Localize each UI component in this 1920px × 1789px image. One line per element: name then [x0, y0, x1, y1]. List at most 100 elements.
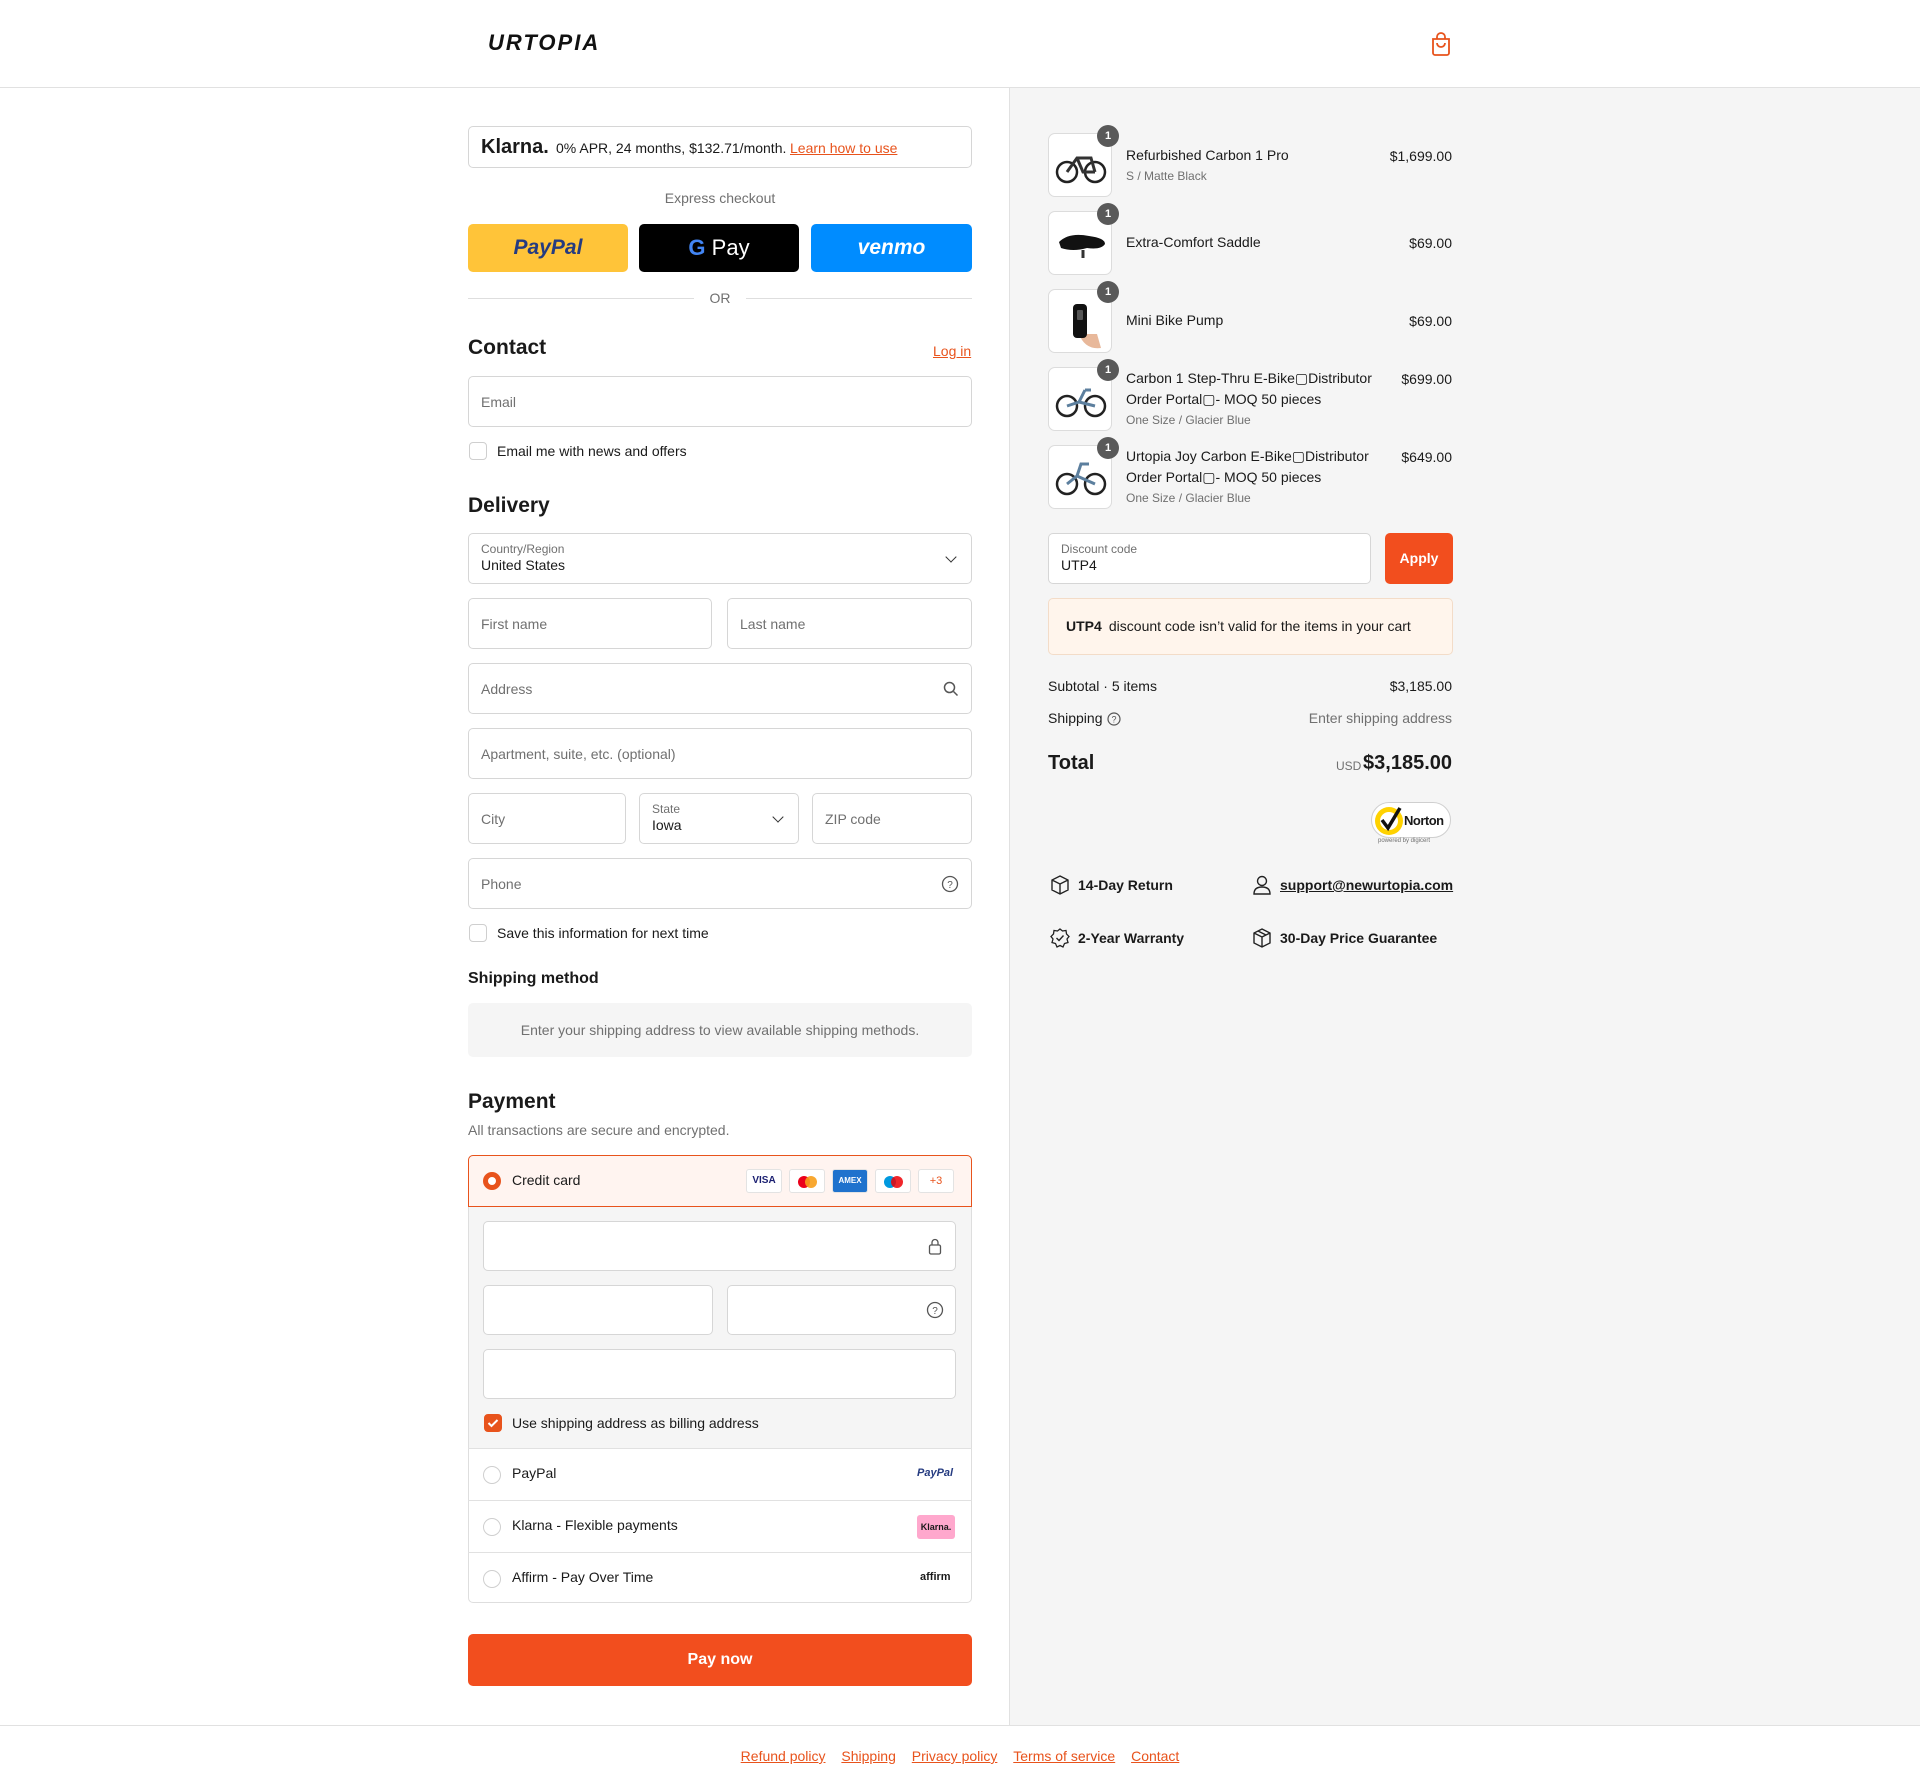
header: URTOPIA [0, 0, 1920, 88]
more-cards-badge: +3 [918, 1169, 954, 1193]
shipping-link[interactable]: Shipping [841, 1748, 896, 1764]
express-checkout-title: Express checkout [664, 190, 776, 206]
visa-icon: VISA [746, 1169, 782, 1193]
amex-icon: AMEX [832, 1169, 868, 1193]
search-icon [943, 681, 959, 697]
urtopia-logo[interactable]: URTOPIA [488, 30, 600, 56]
item-quantity-badge: 1 [1097, 125, 1119, 147]
billing-address-checkbox[interactable] [484, 1414, 502, 1432]
email-field[interactable]: Email [468, 376, 972, 427]
shipping-method-heading: Shipping method [468, 970, 599, 987]
item-quantity-badge: 1 [1097, 359, 1119, 381]
discount-code-field[interactable]: Discount code UTP4 [1048, 533, 1371, 584]
email-placeholder: Email [481, 393, 517, 410]
paypal-express-button[interactable]: PayPal [468, 224, 628, 272]
affirm-option[interactable]: Affirm - Pay Over Time affirm [468, 1552, 972, 1603]
paypal-label: PayPal [513, 236, 583, 259]
item-price: $69.00 [1409, 313, 1452, 329]
phone-field[interactable]: Phone ? [468, 858, 972, 909]
zip-field[interactable]: ZIP code [812, 793, 972, 844]
last-name-field[interactable]: Last name [727, 598, 972, 649]
paypal-logo: PayPal [917, 1467, 954, 1479]
item-quantity-badge: 1 [1097, 437, 1119, 459]
order-summary-panel [1009, 88, 1920, 1726]
item-variant: S / Matte Black [1126, 169, 1207, 183]
klarna-radio[interactable] [483, 1518, 501, 1536]
privacy-policy-link[interactable]: Privacy policy [912, 1748, 998, 1764]
discount-value: UTP4 [1061, 557, 1097, 573]
expiry-field[interactable] [483, 1285, 713, 1335]
city-field[interactable]: City [468, 793, 626, 844]
credit-card-option[interactable]: Credit card VISA AMEX +3 [468, 1155, 972, 1207]
venmo-button[interactable]: venmo [811, 224, 972, 272]
paypal-option[interactable]: PayPal PayPal [468, 1448, 972, 1500]
shopping-bag-icon[interactable] [1430, 32, 1452, 56]
last-name-placeholder: Last name [740, 615, 806, 632]
discount-error-banner: UTP4 discount code isn’t valid for the i… [1048, 598, 1453, 655]
contact-heading: Contact [468, 336, 547, 359]
item-variant: One Size / Glacier Blue [1126, 413, 1251, 427]
google-pay-button[interactable]: G Pay [639, 224, 799, 272]
apartment-field[interactable]: Apartment, suite, etc. (optional) [468, 728, 972, 779]
support-email-link[interactable]: support@newurtopia.com [1280, 877, 1453, 893]
item-name: Mini Bike Pump [1126, 312, 1224, 328]
discount-label: Discount code [1061, 542, 1138, 556]
user-support-icon [1253, 875, 1271, 895]
refund-policy-link[interactable]: Refund policy [741, 1748, 826, 1764]
klarna-text: 0% APR, 24 months, $132.71/month. [556, 140, 787, 156]
address-field[interactable]: Address [468, 663, 972, 714]
pay-now-button[interactable]: Pay now [468, 1634, 972, 1686]
terms-of-service-link[interactable]: Terms of service [1013, 1748, 1115, 1764]
name-on-card-field[interactable] [483, 1349, 956, 1399]
norton-check-icon [1375, 807, 1403, 835]
chevron-down-icon [945, 551, 957, 563]
help-circle-icon[interactable]: ? [1107, 712, 1121, 726]
item-price: $69.00 [1409, 235, 1452, 251]
state-select[interactable]: State Iowa [639, 793, 799, 844]
newsletter-checkbox[interactable] [469, 442, 487, 460]
norton-badge: Norton [1371, 802, 1451, 838]
mastercard-icon [789, 1169, 825, 1193]
item-name: Urtopia Joy Carbon E-Bike▢Distributor Or… [1126, 448, 1369, 485]
save-info-checkbox[interactable] [469, 924, 487, 942]
country-label: Country/Region [481, 542, 565, 556]
divider-left [468, 298, 694, 299]
norton-text: Norton [1404, 813, 1444, 828]
first-name-placeholder: First name [481, 615, 548, 632]
shipping-method-message: Enter your shipping address to view avai… [468, 1003, 972, 1057]
discount-error-code: UTP4 [1066, 618, 1102, 634]
state-label: State [652, 802, 681, 816]
norton-subtext: powered by digicert [1378, 838, 1431, 844]
zip-placeholder: ZIP code [825, 810, 881, 827]
contact-link[interactable]: Contact [1131, 1748, 1179, 1764]
affirm-radio[interactable] [483, 1570, 501, 1588]
item-variant: One Size / Glacier Blue [1126, 491, 1251, 505]
newsletter-label: Email me with news and offers [497, 443, 687, 459]
affirm-option-label: Affirm - Pay Over Time [512, 1569, 654, 1585]
total-value: $3,185.00 [1363, 752, 1452, 774]
city-placeholder: City [481, 810, 506, 827]
shipping-value: Enter shipping address [1308, 710, 1452, 726]
klarna-learn-link[interactable]: Learn how to use [790, 140, 897, 156]
login-link[interactable]: Log in [933, 343, 971, 359]
country-select[interactable]: Country/Region United States [468, 533, 972, 584]
klarna-option[interactable]: Klarna - Flexible payments Klarna. [468, 1500, 972, 1552]
help-circle-icon[interactable]: ? [941, 875, 959, 893]
apply-discount-button[interactable]: Apply [1385, 533, 1453, 584]
venmo-label: venmo [857, 236, 926, 259]
discount-error-text: discount code isn’t valid for the items … [1105, 618, 1411, 634]
credit-card-radio[interactable] [483, 1172, 501, 1190]
klarna-badge: Klarna. [917, 1515, 955, 1539]
help-circle-icon[interactable]: ? [926, 1301, 944, 1319]
delivery-heading: Delivery [468, 494, 550, 517]
first-name-field[interactable]: First name [468, 598, 712, 649]
paypal-option-label: PayPal [512, 1465, 557, 1481]
card-number-field[interactable] [483, 1221, 956, 1271]
country-value: United States [481, 557, 566, 573]
paypal-radio[interactable] [483, 1466, 501, 1484]
currency-label: USD [1336, 759, 1362, 773]
item-price: $649.00 [1401, 449, 1452, 465]
address-placeholder: Address [481, 680, 533, 697]
security-code-field[interactable]: ? [727, 1285, 956, 1335]
payment-heading: Payment [468, 1090, 556, 1113]
